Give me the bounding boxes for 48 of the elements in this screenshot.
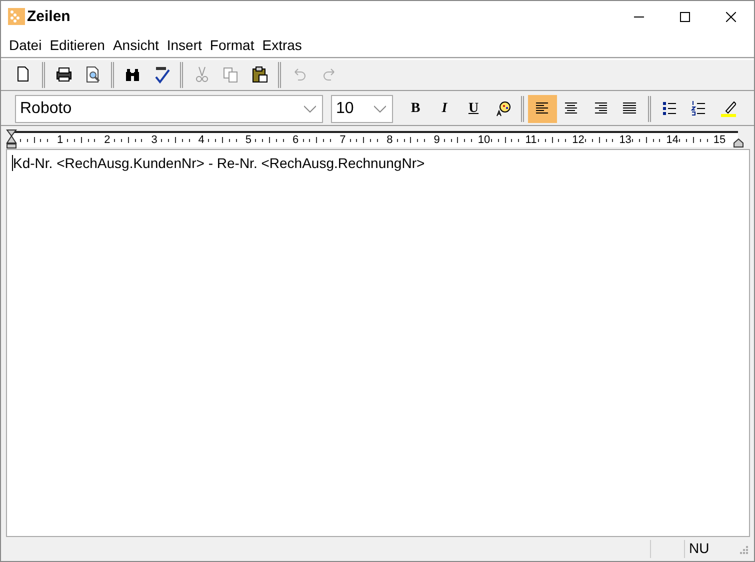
copy-icon (222, 66, 240, 84)
binoculars-icon (124, 66, 142, 84)
maximize-icon (680, 12, 690, 22)
font-size-field[interactable]: 10 (331, 94, 393, 122)
ruler-number: 12 (572, 134, 584, 146)
document-text: Kd-Nr. <RechAusg.KundenNr> - Re-Nr. <RechAusg.RechnungNr> (12, 155, 425, 171)
dropdown-caret-icon (304, 104, 316, 112)
highlighter-icon (720, 100, 736, 117)
numbered-list-icon (690, 100, 706, 117)
ruler-number: 9 (432, 134, 441, 146)
ruler-number: 15 (713, 134, 726, 146)
document-area[interactable]: Kd-Nr. <RechAusg.KundenNr> - Re-Nr. <RechAusg.RechnungNr> (6, 149, 750, 537)
ruler-number: 1 (56, 134, 64, 146)
close-icon (726, 12, 736, 22)
ruler-number: 5 (244, 134, 252, 146)
window-title: Zeilen (27, 8, 72, 25)
menu-item[interactable]: Extras (258, 36, 306, 52)
spell-check-icon (152, 66, 170, 84)
italic-button[interactable]: I (430, 94, 459, 122)
ruler-number: 10 (478, 134, 490, 146)
ruler-number: 2 (103, 134, 112, 146)
ruler-number: 8 (386, 134, 394, 146)
underline-button[interactable]: U (459, 94, 488, 122)
printer-icon (54, 66, 72, 84)
menu-item[interactable]: Datei (5, 36, 46, 52)
menu-item[interactable]: Insert (162, 36, 206, 52)
ruler-number: 7 (338, 134, 347, 146)
ruler-number: 13 (619, 134, 632, 146)
bold-button[interactable]: B (401, 94, 430, 122)
bulleted-list-icon (662, 100, 678, 117)
ruler-number: 4 (197, 134, 206, 146)
ruler-number: 3 (150, 134, 158, 146)
resize-grip-icon (738, 544, 748, 554)
font-field[interactable]: Roboto (15, 94, 323, 122)
num-lock-indicator: NU (684, 540, 734, 558)
preview-icon (84, 66, 102, 84)
menu-item[interactable]: Ansicht (108, 36, 163, 52)
align-left-button[interactable] (528, 94, 557, 122)
menu-item[interactable]: Format (206, 36, 258, 52)
menu-item[interactable]: Editieren (46, 36, 109, 52)
app-icon (8, 8, 25, 25)
ruler-number: 6 (291, 134, 300, 146)
font-color-icon (494, 100, 510, 117)
indent-marker-icon[interactable] (6, 129, 17, 149)
ruler-number: 14 (666, 134, 678, 146)
dropdown-caret-icon (374, 104, 386, 112)
clipboard-icon (250, 66, 268, 84)
ruler-number: 11 (525, 134, 537, 146)
